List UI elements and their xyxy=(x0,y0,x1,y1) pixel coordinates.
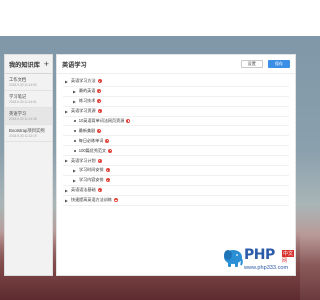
watermark-cn-bottom: 网 xyxy=(282,258,288,264)
add-icon[interactable]: + xyxy=(44,59,49,69)
elephant-logo-icon xyxy=(224,250,243,267)
tree-node[interactable]: 100篇优秀范文 xyxy=(63,146,289,157)
note-badge-icon[interactable] xyxy=(105,138,110,143)
note-badge-icon[interactable] xyxy=(97,99,102,104)
sidebar-item-date: 2018-9-30 11:13:19 xyxy=(9,133,37,138)
tree-node-label: 英语学习方法 xyxy=(71,78,96,84)
settings-button[interactable]: 设置 xyxy=(240,60,263,68)
watermark-cn-top: 中文 xyxy=(282,250,295,257)
page-title: 英语学习 xyxy=(62,61,87,69)
document-panel: 英语学习 设置 保存 ▶ 英语学习方法 ▶ 最的英语 ▶ 练习技术 ▶ 英语学习… xyxy=(56,54,296,276)
tree-node-label: 英语语法基础 xyxy=(71,187,96,193)
tree-node[interactable]: 每日必练单词 xyxy=(63,136,289,147)
tree-node[interactable]: ▶ 学习内容安排 xyxy=(63,176,289,186)
document-header: 英语学习 设置 保存 xyxy=(57,55,295,74)
tree-node-label: 练习技术 xyxy=(79,98,96,104)
note-badge-icon[interactable] xyxy=(105,168,110,173)
bullet-icon xyxy=(74,120,76,122)
tree-node-label: 快速提高英语方法训练 xyxy=(71,197,112,203)
bullet-icon xyxy=(74,149,76,152)
note-badge-icon[interactable] xyxy=(108,148,113,153)
bullet-icon xyxy=(74,139,76,142)
watermark-brand: PHP xyxy=(244,247,275,263)
tree-node-label: 学习内容安排 xyxy=(79,177,104,183)
tree-node[interactable]: ▶ 英语学习资源 xyxy=(63,107,289,117)
note-badge-icon[interactable] xyxy=(126,119,131,123)
sidebar-item-work-docs[interactable]: 工作文档 2018-9-30 11:14:59 xyxy=(5,74,52,91)
sidebar-header: 我的知识库 + xyxy=(5,55,52,74)
bullet-icon xyxy=(74,130,76,132)
tree-node-label: 每日必练单词 xyxy=(78,137,104,143)
sidebar-item-english-study[interactable]: 英语学习 2018-9-30 11:14:38 xyxy=(5,108,52,125)
tree-node-label: 最新美剧 xyxy=(78,127,96,133)
tree-node[interactable]: ▶ 快速提高英语方法训练 xyxy=(63,196,289,206)
tree-node[interactable]: 10英语背单词法网页资源 xyxy=(63,117,289,127)
note-badge-icon[interactable] xyxy=(97,158,102,163)
tree-node-label: 英语学习计划 xyxy=(71,157,96,163)
sidebar-item-label: Bootstrap项目实例 xyxy=(9,128,45,133)
tree-node-label: 英语学习资源 xyxy=(71,108,96,114)
tree-node[interactable]: ▶ 最的英语 xyxy=(63,87,289,97)
sidebar-item-bootstrap[interactable]: Bootstrap项目实例 2018-9-30 11:13:19 xyxy=(5,125,52,142)
sidebar-item-date: 2018-9-30 11:14:59 xyxy=(9,82,37,87)
tree-node-label: 10英语背单词法网页资源 xyxy=(78,118,125,123)
tree-node[interactable]: 最新美剧 xyxy=(63,126,289,137)
tree-node-label: 学习时间安排 xyxy=(79,167,104,173)
outline-tree: ▶ 英语学习方法 ▶ 最的英语 ▶ 练习技术 ▶ 英语学习资源 10英语背单词法… xyxy=(57,74,295,209)
sidebar-item-date: 2018-9-30 11:14:51 xyxy=(9,99,37,104)
note-badge-icon[interactable] xyxy=(97,89,102,94)
tree-node[interactable]: ▶ 英语学习计划 xyxy=(63,156,289,167)
note-badge-icon[interactable] xyxy=(97,79,102,84)
note-badge-icon[interactable] xyxy=(97,188,102,193)
tree-node[interactable]: ▶ 学习时间安排 xyxy=(63,166,289,176)
tree-node[interactable]: ▶ 练习技术 xyxy=(63,97,289,107)
sidebar-item-study-notes[interactable]: 学习笔记 2018-9-30 11:14:51 xyxy=(5,91,52,108)
note-badge-icon[interactable] xyxy=(97,128,102,133)
knowledge-base-sidebar: 我的知识库 + 工作文档 2018-9-30 11:14:59 学习笔记 201… xyxy=(4,54,53,276)
note-badge-icon[interactable] xyxy=(97,109,102,114)
site-watermark: PHP 中文 网 www.php333.com xyxy=(222,247,298,278)
note-badge-icon[interactable] xyxy=(113,198,118,203)
note-badge-icon[interactable] xyxy=(105,178,110,183)
save-button[interactable]: 保存 xyxy=(267,60,290,68)
tree-node-label: 100篇优秀范文 xyxy=(78,147,107,153)
tree-node-label: 最的英语 xyxy=(79,88,96,94)
sidebar-item-date: 2018-9-30 11:14:38 xyxy=(9,116,37,121)
watermark-url: www.php333.com xyxy=(244,265,289,271)
tree-node[interactable]: ▶ 英语语法基础 xyxy=(63,186,289,196)
tree-node[interactable]: ▶ 英语学习方法 xyxy=(63,77,289,87)
sidebar-title: 我的知识库 xyxy=(9,61,40,69)
